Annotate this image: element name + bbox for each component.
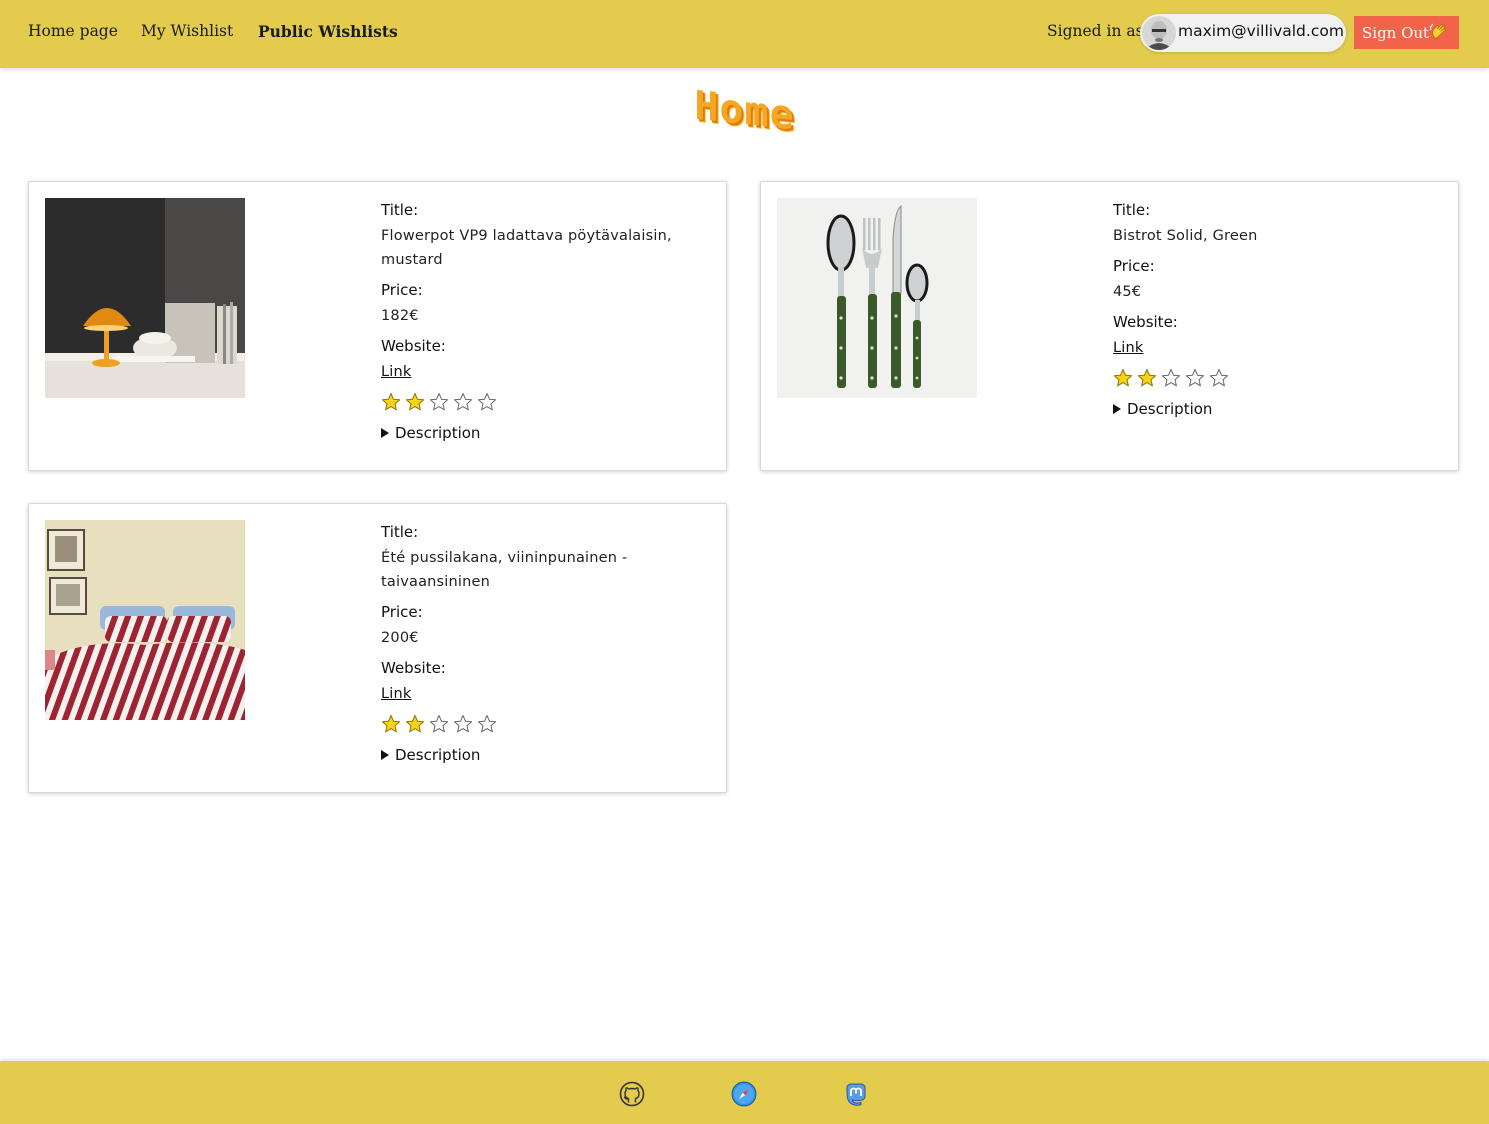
star-empty-icon[interactable] bbox=[1209, 368, 1229, 388]
mastodon-icon[interactable] bbox=[843, 1081, 869, 1107]
price-label: Price: bbox=[1113, 257, 1155, 275]
item-details: Title: Été pussilakana, viininpunainen -… bbox=[381, 522, 681, 764]
item-title: Été pussilakana, viininpunainen - taivaa… bbox=[381, 550, 628, 590]
title-label: Title: bbox=[1113, 201, 1151, 219]
disclosure-triangle-icon bbox=[381, 428, 389, 438]
star-empty-icon[interactable] bbox=[1185, 368, 1205, 388]
rating-stars[interactable] bbox=[381, 392, 681, 414]
price-label: Price: bbox=[381, 281, 423, 299]
star-empty-icon[interactable] bbox=[429, 392, 449, 412]
star-empty-icon[interactable] bbox=[453, 392, 473, 412]
wishlist-item-card: Title: Été pussilakana, viininpunainen -… bbox=[28, 503, 727, 793]
rating-stars[interactable] bbox=[381, 714, 681, 736]
item-price: 200€ bbox=[381, 630, 419, 646]
website-link[interactable]: Link bbox=[381, 686, 412, 702]
star-filled-icon[interactable] bbox=[405, 714, 425, 734]
star-filled-icon[interactable] bbox=[405, 392, 425, 412]
title-label: Title: bbox=[381, 523, 419, 541]
avatar bbox=[1142, 16, 1176, 50]
disclosure-triangle-icon bbox=[1113, 404, 1121, 414]
rating-stars[interactable] bbox=[1113, 368, 1413, 390]
item-price: 182€ bbox=[381, 308, 419, 324]
star-empty-icon[interactable] bbox=[429, 714, 449, 734]
item-title: Bistrot Solid, Green bbox=[1113, 228, 1258, 244]
user-email: maxim@villivald.com bbox=[1178, 22, 1344, 40]
sign-out-button[interactable]: Sign Out bbox=[1354, 16, 1459, 49]
description-toggle[interactable]: Description bbox=[381, 746, 681, 764]
compass-icon[interactable] bbox=[731, 1081, 757, 1107]
star-empty-icon[interactable] bbox=[477, 392, 497, 412]
disclosure-triangle-icon bbox=[381, 750, 389, 760]
description-toggle[interactable]: Description bbox=[381, 424, 681, 442]
item-details: Title: Bistrot Solid, Green Price: 45€ W… bbox=[1113, 200, 1413, 418]
wishlist-item-card: Title: Bistrot Solid, Green Price: 45€ W… bbox=[760, 181, 1459, 471]
website-link[interactable]: Link bbox=[1113, 340, 1144, 356]
title-label: Title: bbox=[381, 201, 419, 219]
website-link[interactable]: Link bbox=[381, 364, 412, 380]
item-price: 45€ bbox=[1113, 284, 1142, 300]
star-empty-icon[interactable] bbox=[477, 714, 497, 734]
item-image-cutlery bbox=[777, 198, 977, 398]
description-label: Description bbox=[395, 746, 481, 764]
item-image-bedding bbox=[45, 520, 245, 720]
waving-hand-icon bbox=[1430, 23, 1446, 39]
item-image-lamp bbox=[45, 198, 245, 398]
github-icon[interactable] bbox=[619, 1081, 645, 1107]
sign-out-label: Sign Out bbox=[1362, 23, 1430, 42]
wishlist-item-card: Title: Flowerpot VP9 ladattava pöytävala… bbox=[28, 181, 727, 471]
website-label: Website: bbox=[381, 659, 446, 677]
description-label: Description bbox=[1127, 400, 1213, 418]
signed-in-label: Signed in as bbox=[1047, 22, 1144, 40]
star-empty-icon[interactable] bbox=[1161, 368, 1181, 388]
website-label: Website: bbox=[1113, 313, 1178, 331]
user-account-chip[interactable]: maxim@villivald.com bbox=[1140, 14, 1346, 52]
star-filled-icon[interactable] bbox=[1137, 368, 1157, 388]
star-filled-icon[interactable] bbox=[381, 392, 401, 412]
website-label: Website: bbox=[381, 337, 446, 355]
description-label: Description bbox=[395, 424, 481, 442]
footer-bar bbox=[0, 1061, 1489, 1124]
star-filled-icon[interactable] bbox=[381, 714, 401, 734]
star-filled-icon[interactable] bbox=[1113, 368, 1133, 388]
description-toggle[interactable]: Description bbox=[1113, 400, 1413, 418]
item-title: Flowerpot VP9 ladattava pöytävalaisin, m… bbox=[381, 228, 672, 268]
item-details: Title: Flowerpot VP9 ladattava pöytävala… bbox=[381, 200, 681, 442]
price-label: Price: bbox=[381, 603, 423, 621]
star-empty-icon[interactable] bbox=[453, 714, 473, 734]
